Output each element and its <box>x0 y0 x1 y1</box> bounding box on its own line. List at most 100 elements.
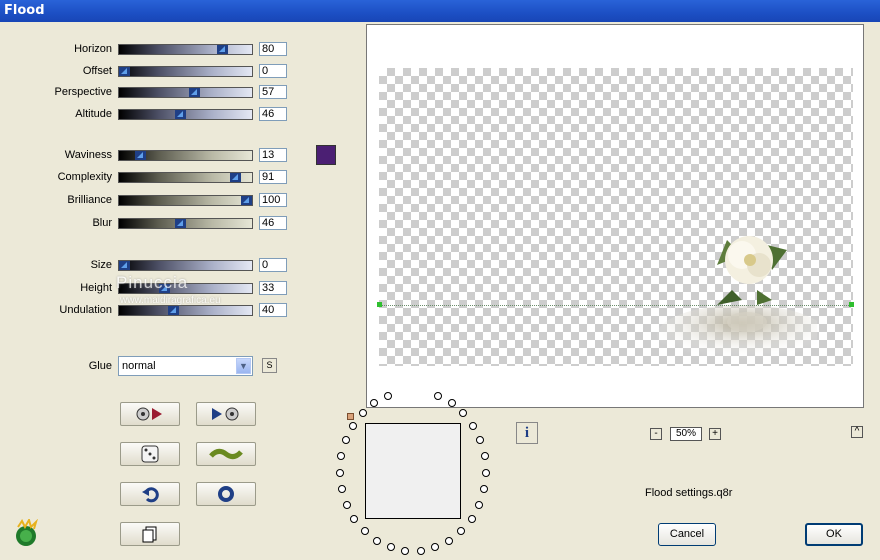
scroll-up-button[interactable]: ^ <box>851 426 863 438</box>
zoom-out-button[interactable]: - <box>650 428 662 440</box>
ring-dot[interactable] <box>475 501 483 509</box>
ok-button[interactable]: OK <box>805 523 863 546</box>
undulation-slider[interactable] <box>118 305 253 316</box>
ring-dot[interactable] <box>457 527 465 535</box>
ring-dot[interactable] <box>480 485 488 493</box>
blur-slider[interactable] <box>118 218 253 229</box>
ring-dot[interactable] <box>459 409 467 417</box>
ring-dot[interactable] <box>445 537 453 545</box>
glue-s-button[interactable]: S <box>262 358 277 373</box>
ring-dot[interactable] <box>417 547 425 555</box>
play-reverse-button[interactable] <box>120 402 180 426</box>
horizon-slider[interactable] <box>118 44 253 55</box>
undo-button[interactable] <box>120 482 180 506</box>
offset-label: Offset <box>82 65 112 77</box>
copy-icon <box>142 526 157 543</box>
size-value-field[interactable]: 0 <box>259 258 287 272</box>
copy-button[interactable] <box>120 522 180 546</box>
ring-dot[interactable] <box>337 452 345 460</box>
ring-dot[interactable] <box>350 515 358 523</box>
brilliance-slider-thumb[interactable] <box>241 196 252 205</box>
horizon-line[interactable] <box>379 305 851 306</box>
size-slider-thumb[interactable] <box>119 261 130 270</box>
preview-pane[interactable] <box>366 24 864 408</box>
height-value-field[interactable]: 33 <box>259 281 287 295</box>
offset-value-field[interactable]: 0 <box>259 64 287 78</box>
play-forward-button[interactable] <box>196 402 256 426</box>
ring-dot[interactable] <box>431 543 439 551</box>
horizon-value-field[interactable]: 80 <box>259 42 287 56</box>
height-label: Height <box>80 282 112 294</box>
info-button[interactable]: i <box>516 422 538 444</box>
color-swatch[interactable] <box>316 145 336 165</box>
waviness-slider[interactable] <box>118 150 253 161</box>
brilliance-value-field[interactable]: 100 <box>259 193 287 207</box>
offset-slider-thumb[interactable] <box>119 67 130 76</box>
ring-dot[interactable] <box>343 501 351 509</box>
wave-button[interactable] <box>196 442 256 466</box>
chevron-down-icon[interactable]: ▼ <box>236 358 251 374</box>
ring-dot[interactable] <box>338 485 346 493</box>
ring-dot[interactable] <box>387 543 395 551</box>
watermark-url: www.maidiragrafica.eu <box>120 295 221 306</box>
brilliance-slider[interactable] <box>118 195 253 206</box>
ring-dot[interactable] <box>448 399 456 407</box>
ring-dot[interactable] <box>359 409 367 417</box>
reset-icon <box>218 486 234 502</box>
altitude-value-field[interactable]: 46 <box>259 107 287 121</box>
complexity-slider[interactable] <box>118 172 253 183</box>
undulation-slider-thumb[interactable] <box>168 306 179 315</box>
logo-icon <box>16 519 38 546</box>
ring-dot[interactable] <box>370 399 378 407</box>
ring-dot[interactable] <box>401 547 409 555</box>
ring-start-marker[interactable] <box>347 413 354 420</box>
perspective-slider-thumb[interactable] <box>189 88 200 97</box>
blur-slider-thumb[interactable] <box>175 219 186 228</box>
glue-select[interactable]: normal ▼ <box>118 356 253 376</box>
perspective-label: Perspective <box>54 86 112 98</box>
horizon-slider-thumb[interactable] <box>217 45 228 54</box>
glue-select-value: normal <box>122 360 156 372</box>
complexity-slider-thumb[interactable] <box>230 173 241 182</box>
blur-value-field[interactable]: 46 <box>259 216 287 230</box>
perspective-value-field[interactable]: 57 <box>259 85 287 99</box>
watermark-name: Pinuccia <box>116 273 189 292</box>
offset-slider[interactable] <box>118 66 253 77</box>
perspective-slider[interactable] <box>118 87 253 98</box>
undulation-value-field[interactable]: 40 <box>259 303 287 317</box>
ring-dot[interactable] <box>476 436 484 444</box>
ring-dot[interactable] <box>342 436 350 444</box>
ring-dot[interactable] <box>469 422 477 430</box>
ring-dot[interactable] <box>384 392 392 400</box>
zoom-in-button[interactable]: + <box>709 428 721 440</box>
horizon-handle-right[interactable] <box>849 302 854 307</box>
thumbnail-preview[interactable] <box>365 423 461 519</box>
randomize-button[interactable] <box>120 442 180 466</box>
ring-dot[interactable] <box>373 537 381 545</box>
brilliance-label: Brilliance <box>67 194 112 206</box>
altitude-slider-thumb[interactable] <box>175 110 186 119</box>
play-forward-icon <box>212 407 239 421</box>
ring-dot[interactable] <box>336 469 344 477</box>
wave-icon <box>209 448 243 460</box>
horizon-handle-left[interactable] <box>377 302 382 307</box>
altitude-label: Altitude <box>75 108 112 120</box>
zoom-level: 50% <box>670 427 702 441</box>
ring-dot[interactable] <box>349 422 357 430</box>
ring-dot[interactable] <box>481 452 489 460</box>
size-slider[interactable] <box>118 260 253 271</box>
ring-dot[interactable] <box>434 392 442 400</box>
dice-icon <box>141 445 159 463</box>
complexity-value-field[interactable]: 91 <box>259 170 287 184</box>
ring-dot[interactable] <box>482 469 490 477</box>
ring-dot[interactable] <box>468 515 476 523</box>
cancel-button[interactable]: Cancel <box>658 523 716 546</box>
waviness-value-field[interactable]: 13 <box>259 148 287 162</box>
ring-dot[interactable] <box>361 527 369 535</box>
glue-label: Glue <box>88 360 112 372</box>
title-bar: Flood <box>0 0 880 22</box>
window-title: Flood <box>4 3 45 18</box>
altitude-slider[interactable] <box>118 109 253 120</box>
reset-button[interactable] <box>196 482 256 506</box>
waviness-slider-thumb[interactable] <box>135 151 146 160</box>
